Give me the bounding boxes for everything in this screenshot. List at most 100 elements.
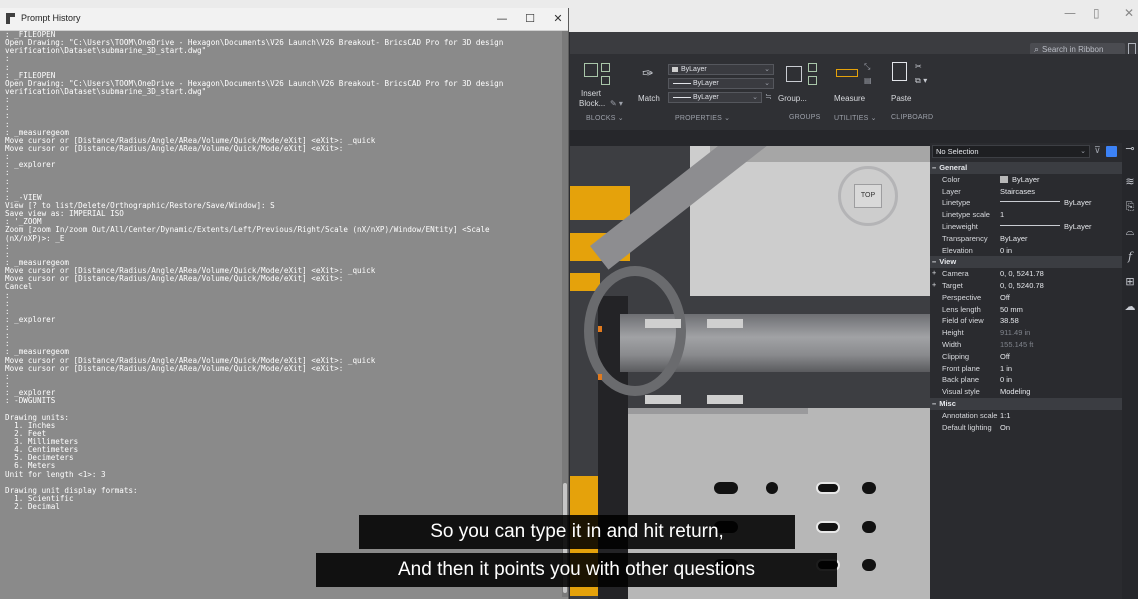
property-row[interactable]: Elevation 0 in xyxy=(930,245,1122,257)
property-row[interactable]: Back plane 0 in xyxy=(930,374,1122,386)
hole xyxy=(766,482,778,494)
property-value[interactable]: 38.58 xyxy=(1000,315,1019,327)
property-value[interactable]: 0, 0, 5240.78 xyxy=(1000,280,1044,292)
match-properties-icon[interactable]: ✑ xyxy=(642,66,654,82)
property-row[interactable]: Field of view 38.58 xyxy=(930,315,1122,327)
property-row[interactable]: Front plane 1 in xyxy=(930,363,1122,375)
quick-select-icon[interactable] xyxy=(1106,146,1117,157)
history-line: 1. Inches xyxy=(5,420,56,430)
copy-icon[interactable]: ⧉ ▾ xyxy=(915,76,927,86)
properties-group-label[interactable]: PROPERTIES ⌄ xyxy=(675,114,730,122)
viewcube-top-face[interactable]: TOP xyxy=(854,184,882,208)
property-row[interactable]: + Camera 0, 0, 5241.78 xyxy=(930,268,1122,280)
structure-icon[interactable]: ⊞ xyxy=(1124,275,1136,288)
expand-icon[interactable]: + xyxy=(932,268,936,280)
insert-label[interactable]: Insert xyxy=(581,89,601,98)
property-row[interactable]: Linetype scale 1 xyxy=(930,209,1122,221)
dimension-icon[interactable]: ⤡ xyxy=(864,62,870,72)
property-row[interactable]: Default lighting On xyxy=(930,422,1122,434)
prompt-history-log[interactable]: : _FILEOPEN Open Drawing: "C:\Users\TOOM\… xyxy=(0,31,562,597)
property-key: Linetype scale xyxy=(942,210,990,220)
property-category[interactable]: − View xyxy=(930,256,1122,269)
group-edit-icon[interactable] xyxy=(808,76,817,85)
property-value[interactable]: ByLayer xyxy=(1000,174,1040,186)
calculator-icon[interactable]: ▤ xyxy=(864,76,872,85)
property-value[interactable]: 0 in xyxy=(1000,374,1012,386)
collapse-icon[interactable]: − xyxy=(932,400,936,408)
lineweight-toggle-icon[interactable]: ≒ xyxy=(765,92,772,101)
collapse-icon[interactable]: − xyxy=(932,164,936,172)
property-row[interactable]: Height 911.49 in xyxy=(930,327,1122,339)
property-value[interactable]: 1 in xyxy=(1000,363,1012,375)
color-dropdown[interactable]: ByLayer ⌄ xyxy=(668,64,774,75)
minimize-button[interactable]: — xyxy=(488,9,516,29)
blocks-group-label[interactable]: BLOCKS ⌄ xyxy=(586,114,624,122)
property-category[interactable]: − General xyxy=(930,162,1122,174)
utilities-group-label[interactable]: UTILITIES ⌄ xyxy=(834,114,877,122)
group-icon[interactable] xyxy=(786,66,802,82)
property-value[interactable]: 1:1 xyxy=(1000,410,1010,422)
pin-icon[interactable]: ⊸ xyxy=(1124,142,1136,155)
property-row[interactable]: Width 155.145 ft xyxy=(930,339,1122,351)
property-value[interactable]: Off xyxy=(1000,292,1010,304)
property-value[interactable]: ByLayer xyxy=(1000,221,1092,233)
maximize-button[interactable]: ☐ xyxy=(516,9,544,29)
block-editor-icon[interactable]: ✎ ▾ xyxy=(610,99,623,108)
property-row[interactable]: Color ByLayer xyxy=(930,174,1122,186)
property-value[interactable]: 911.49 in xyxy=(1000,327,1030,339)
cad-close-button[interactable]: ✕ xyxy=(1124,6,1134,20)
linetype-dropdown[interactable]: ByLayer ⌄ xyxy=(668,78,774,89)
cad-maximize-button[interactable]: ▯ xyxy=(1093,6,1100,20)
lineweight-dropdown[interactable]: ByLayer ⌄ xyxy=(668,92,762,103)
property-value[interactable]: 0, 0, 5241.78 xyxy=(1000,268,1044,280)
property-row[interactable]: Clipping Off xyxy=(930,351,1122,363)
property-row[interactable]: Linetype ByLayer xyxy=(930,197,1122,209)
property-row[interactable]: Annotation scale 1:1 xyxy=(930,410,1122,422)
attachments-icon[interactable]: ⎘ xyxy=(1124,200,1136,214)
function-icon[interactable]: f xyxy=(1124,250,1136,263)
property-value[interactable]: Modeling xyxy=(1000,386,1030,398)
paste-icon[interactable] xyxy=(892,62,907,81)
property-value[interactable]: ByLayer xyxy=(1000,233,1028,245)
history-line: : xyxy=(5,168,10,178)
collapse-icon[interactable]: − xyxy=(932,258,936,266)
property-value[interactable]: Staircases xyxy=(1000,186,1035,198)
ungroup-icon[interactable] xyxy=(808,63,817,72)
property-value[interactable]: 155.145 ft xyxy=(1000,339,1033,351)
property-row[interactable]: + Target 0, 0, 5240.78 xyxy=(930,280,1122,292)
group-label[interactable]: Group... xyxy=(778,94,807,103)
property-value[interactable]: 1 xyxy=(1000,209,1004,221)
property-value[interactable]: 50 mm xyxy=(1000,304,1023,316)
property-value[interactable]: Off xyxy=(1000,351,1010,363)
property-value[interactable]: On xyxy=(1000,422,1010,434)
filter-icon[interactable]: ⊽ xyxy=(1094,146,1101,156)
match-label[interactable]: Match xyxy=(638,94,660,103)
cad-minimize-button[interactable]: — xyxy=(1064,6,1076,20)
layers-icon[interactable]: ≋ xyxy=(1124,175,1136,188)
property-category[interactable]: − Misc xyxy=(930,397,1122,410)
block-small-icon[interactable] xyxy=(601,63,610,72)
expand-icon[interactable]: + xyxy=(932,280,936,292)
paste-label[interactable]: Paste xyxy=(891,94,911,103)
property-value[interactable]: ByLayer xyxy=(1000,197,1092,209)
block-label[interactable]: Block... xyxy=(579,99,605,108)
property-row[interactable]: Transparency ByLayer xyxy=(930,233,1122,245)
block-small-icon[interactable] xyxy=(601,76,610,85)
property-row[interactable]: Layer Staircases xyxy=(930,186,1122,198)
property-row[interactable]: Lens length 50 mm xyxy=(930,304,1122,316)
prompt-history-title-bar[interactable]: Prompt History — ☐ ✕ xyxy=(0,8,568,31)
property-row[interactable]: Visual style Modeling xyxy=(930,386,1122,398)
property-value[interactable]: 0 in xyxy=(1000,245,1012,257)
property-row[interactable]: Lineweight ByLayer xyxy=(930,221,1122,233)
property-row[interactable]: Perspective Off xyxy=(930,292,1122,304)
scrollbar[interactable] xyxy=(562,31,568,597)
close-button[interactable]: ✕ xyxy=(544,9,572,29)
lighting-icon[interactable]: ☁ xyxy=(1124,300,1136,313)
history-line: Drawing unit display formats: xyxy=(5,485,138,495)
measure-icon[interactable] xyxy=(836,69,858,77)
selection-dropdown[interactable]: No Selection ⌄ xyxy=(932,145,1090,158)
materials-icon[interactable]: ⌓ xyxy=(1124,225,1136,239)
cut-icon[interactable]: ✂ xyxy=(915,62,922,71)
measure-label[interactable]: Measure xyxy=(834,94,865,103)
insert-block-icon[interactable] xyxy=(584,63,598,77)
